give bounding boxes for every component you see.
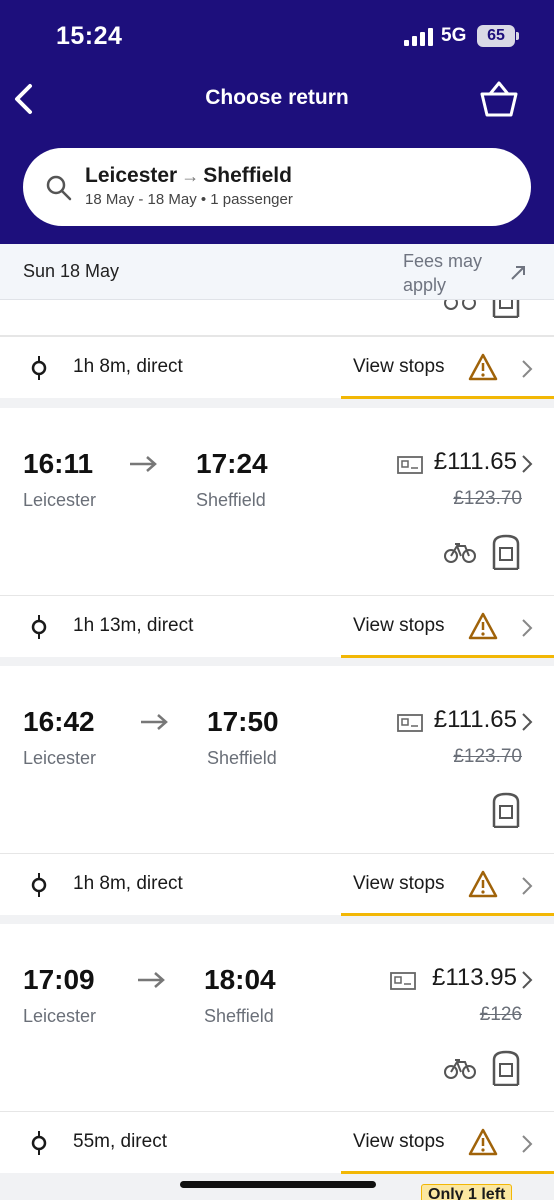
ticket-icon bbox=[390, 972, 416, 990]
ticket-price: £111.65 bbox=[433, 706, 517, 733]
departure-station: Leicester bbox=[23, 490, 97, 510]
departure-station: Leicester bbox=[23, 748, 97, 768]
app-header: 15:24 5G 65 Choose return Leicester → Shef… bbox=[0, 0, 554, 244]
network-label: 5G bbox=[441, 25, 467, 46]
warning-icon bbox=[468, 1128, 498, 1156]
ticket-price: £113.95 bbox=[432, 964, 517, 991]
journey-search-box[interactable]: Leicester → Sheffield 18 May - 18 May • 1 … bbox=[23, 148, 531, 226]
view-stops-label: View stops bbox=[353, 356, 445, 377]
basket-icon[interactable] bbox=[478, 80, 520, 118]
arrival-time: 17:50 bbox=[207, 706, 279, 737]
chevron-right-icon bbox=[521, 712, 533, 732]
status-time: 15:24 bbox=[56, 22, 123, 50]
view-stops-button[interactable]: View stops bbox=[341, 596, 554, 658]
view-stops-label: View stops bbox=[353, 1131, 445, 1152]
warning-icon bbox=[468, 353, 498, 381]
route-line: Leicester → Sheffield bbox=[85, 164, 292, 188]
ticket-price: £111.65 bbox=[433, 448, 517, 475]
journey-card[interactable]: 16:11 Leicester 17:24 Sheffield £111.65 … bbox=[0, 408, 554, 603]
journey-duration: 1h 13m, direct bbox=[73, 615, 194, 636]
chevron-right-icon bbox=[521, 1134, 533, 1154]
journey-card-partial[interactable] bbox=[0, 300, 554, 336]
arrow-right-icon bbox=[136, 970, 166, 990]
seat-icon bbox=[491, 792, 521, 829]
availability-badge: Only 1 left bbox=[421, 1184, 513, 1200]
journey-duration: 1h 8m, direct bbox=[73, 356, 183, 377]
bike-icon bbox=[444, 541, 476, 563]
chevron-right-icon bbox=[521, 454, 533, 474]
view-stops-label: View stops bbox=[353, 615, 445, 636]
warning-icon bbox=[468, 870, 498, 898]
journey-duration: 55m, direct bbox=[73, 1131, 167, 1152]
page-title: Choose return bbox=[205, 86, 349, 109]
arrival-time: 18:04 bbox=[204, 964, 276, 995]
journey-card[interactable]: 17:09 Leicester 18:04 Sheffield £113.95 … bbox=[0, 924, 554, 1119]
stop-icon bbox=[29, 615, 49, 639]
journey-stop-bar: 1h 8m, direct View stops bbox=[0, 853, 554, 916]
ticket-icon bbox=[397, 456, 423, 474]
arrow-right-icon bbox=[128, 454, 158, 474]
chevron-right-icon bbox=[521, 970, 533, 990]
view-stops-button[interactable]: View stops bbox=[341, 854, 554, 916]
original-price: £123.70 bbox=[453, 746, 522, 767]
arrival-station: Sheffield bbox=[207, 748, 277, 768]
stop-icon bbox=[29, 356, 49, 380]
seat-icon bbox=[491, 300, 521, 319]
search-icon bbox=[45, 174, 73, 202]
trip-details: 18 May - 18 May • 1 passenger bbox=[85, 191, 293, 208]
destination-station: Sheffield bbox=[203, 164, 292, 187]
arrow-right-icon bbox=[139, 712, 169, 732]
departure-time: 16:42 bbox=[23, 706, 95, 737]
battery-icon: 65 bbox=[477, 25, 519, 47]
date-label: Sun 18 May bbox=[23, 261, 120, 281]
arrival-station: Sheffield bbox=[204, 1006, 274, 1026]
signal-icon bbox=[404, 28, 434, 46]
date-bar: Sun 18 May Fees may apply bbox=[0, 244, 554, 300]
journey-list[interactable]: 1h 8m, direct View stops 16:11 Leicester… bbox=[0, 300, 554, 1200]
fees-link[interactable]: Fees may apply bbox=[403, 249, 513, 297]
departure-time: 16:11 bbox=[23, 448, 94, 479]
seat-icon bbox=[491, 1050, 521, 1087]
stop-icon bbox=[29, 1131, 49, 1155]
origin-station: Leicester bbox=[85, 164, 178, 187]
arrival-time: 17:24 bbox=[196, 448, 268, 479]
external-link-icon[interactable] bbox=[509, 264, 527, 282]
original-price: £126 bbox=[479, 1004, 522, 1025]
departure-time: 17:09 bbox=[23, 964, 95, 995]
seat-icon bbox=[491, 534, 521, 571]
bike-icon bbox=[444, 1057, 476, 1079]
original-price: £123.70 bbox=[453, 488, 522, 509]
view-stops-button[interactable]: View stops bbox=[341, 1112, 554, 1174]
warning-icon bbox=[468, 612, 498, 640]
bike-icon bbox=[444, 300, 476, 310]
journey-stop-bar: 1h 8m, direct View stops bbox=[0, 336, 554, 399]
arrival-station: Sheffield bbox=[196, 490, 266, 510]
chevron-right-icon bbox=[521, 618, 533, 638]
journey-duration: 1h 8m, direct bbox=[73, 873, 183, 894]
view-stops-button[interactable]: View stops bbox=[341, 337, 554, 399]
status-bar: 15:24 5G 65 bbox=[0, 0, 554, 70]
stop-icon bbox=[29, 873, 49, 897]
departure-station: Leicester bbox=[23, 1006, 97, 1026]
view-stops-label: View stops bbox=[353, 873, 445, 894]
chevron-right-icon bbox=[521, 876, 533, 896]
journey-stop-bar: 1h 13m, direct View stops bbox=[0, 595, 554, 658]
journey-stop-bar: 55m, direct View stops bbox=[0, 1111, 554, 1174]
home-indicator[interactable] bbox=[180, 1181, 376, 1188]
route-arrow-icon: → bbox=[181, 166, 200, 186]
chevron-right-icon bbox=[521, 359, 533, 379]
ticket-icon bbox=[397, 714, 423, 732]
journey-card[interactable]: 16:42 Leicester 17:50 Sheffield £111.65 … bbox=[0, 666, 554, 861]
